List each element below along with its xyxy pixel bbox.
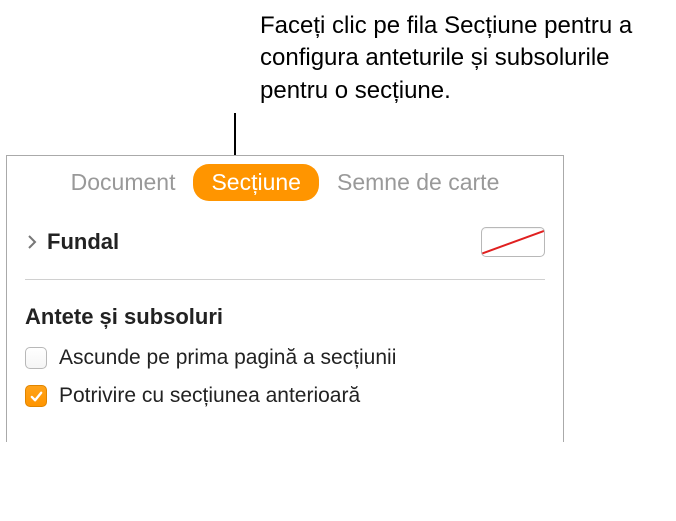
tab-document[interactable]: Document [53, 164, 194, 201]
background-row: Fundal [25, 221, 545, 279]
inspector-panel: Document Secțiune Semne de carte Fundal … [6, 155, 564, 442]
match-previous-label: Potrivire cu secțiunea anterioară [59, 384, 360, 408]
match-previous-checkbox[interactable] [25, 385, 47, 407]
background-left-group: Fundal [25, 229, 119, 255]
callout-leader-line [234, 113, 236, 155]
hide-first-page-label: Ascunde pe prima pagină a secțiunii [59, 346, 396, 370]
callout-text: Faceți clic pe fila Secțiune pentru a co… [260, 10, 660, 107]
chevron-right-icon[interactable] [25, 235, 39, 249]
background-color-well[interactable] [481, 227, 545, 257]
background-label: Fundal [47, 229, 119, 255]
tab-bookmarks[interactable]: Semne de carte [319, 164, 517, 201]
hide-first-page-checkbox[interactable] [25, 347, 47, 369]
divider [25, 279, 545, 280]
hide-first-page-row: Ascunde pe prima pagină a secțiunii [25, 346, 545, 370]
headers-footers-heading: Antete și subsoluri [25, 304, 545, 330]
tabs-row: Document Secțiune Semne de carte [7, 156, 563, 207]
match-previous-row: Potrivire cu secțiunea anterioară [25, 384, 545, 408]
content-area: Fundal Antete și subsoluri Ascunde pe pr… [7, 207, 563, 442]
tab-section[interactable]: Secțiune [193, 164, 319, 201]
